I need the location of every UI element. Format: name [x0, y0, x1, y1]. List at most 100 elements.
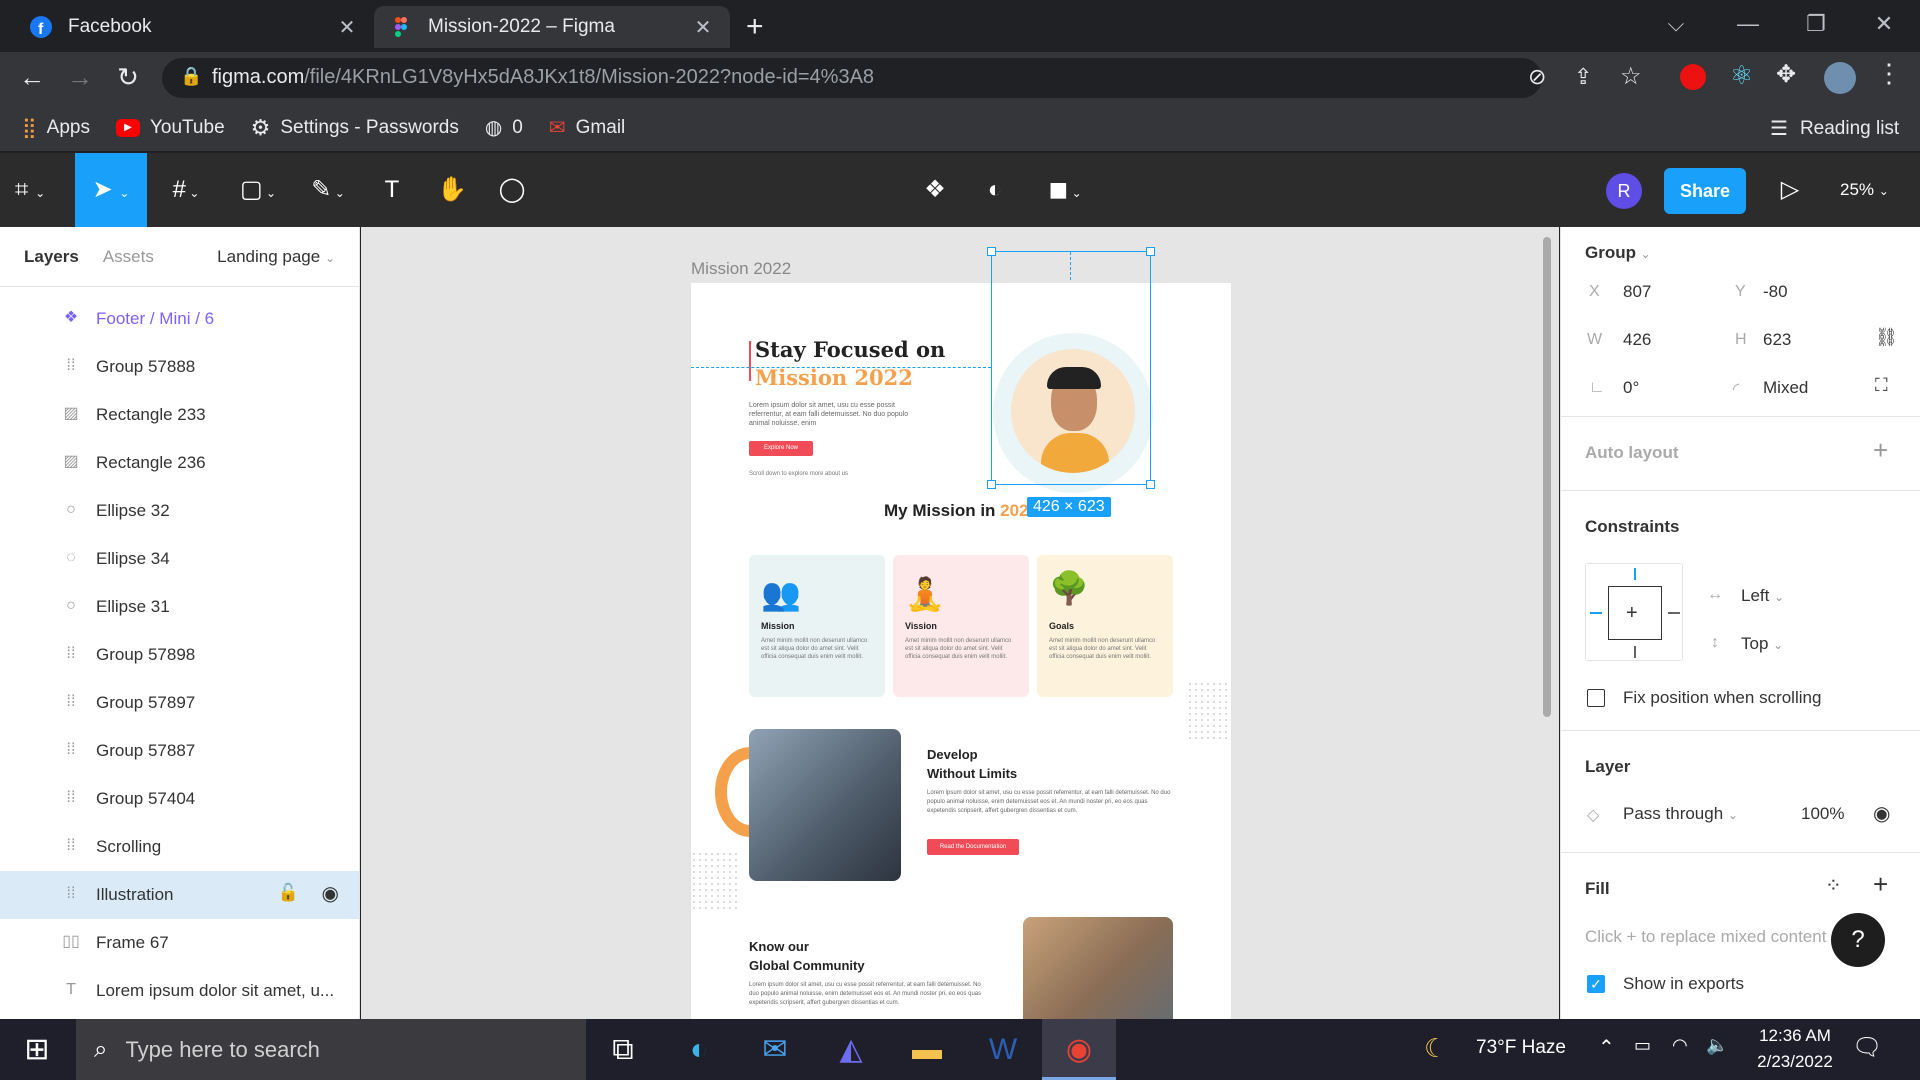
constraint-widget[interactable]: + [1585, 563, 1683, 661]
comment-tool-icon[interactable]: ◯ [482, 153, 542, 227]
present-play-icon[interactable]: ▷ [1760, 153, 1820, 227]
word-icon[interactable]: W [966, 1019, 1040, 1080]
design-canvas[interactable]: Mission 2022 Stay Focused on Mission 202… [361, 227, 1559, 1019]
text-tool-icon[interactable]: T [362, 153, 422, 227]
boolean-tool-icon[interactable]: ◼ ⌄ [1035, 153, 1095, 227]
back-icon[interactable]: ← [12, 62, 52, 93]
share-page-icon[interactable]: ⇪ [1574, 64, 1592, 90]
window-close-icon[interactable]: ✕ [1848, 6, 1920, 42]
visibility-eye-icon[interactable]: ◉ [322, 881, 339, 906]
resize-handle[interactable] [1146, 247, 1155, 256]
mail-app-icon[interactable]: ✉ [738, 1019, 812, 1080]
extensions-puzzle-icon[interactable]: ✥ [1776, 60, 1796, 89]
show-in-exports-checkbox[interactable]: ✓ [1587, 975, 1605, 993]
constraint-left-line[interactable] [1590, 612, 1602, 614]
bookmark-apps[interactable]: ⣿ Apps [22, 115, 90, 140]
constraint-right-line[interactable] [1668, 612, 1680, 614]
card-goals[interactable]: 🌳 Goals Amet minim mollit non deserunt u… [1037, 555, 1173, 697]
app-icon[interactable]: ◭ [814, 1019, 888, 1080]
layer-illustration[interactable]: ⁞⁞ Illustration 🔓 ◉ [0, 871, 359, 919]
zoom-dropdown[interactable]: 25% ⌄ [1840, 153, 1889, 227]
react-devtools-icon[interactable]: ⚛ [1730, 60, 1753, 91]
layer-rectangle-236[interactable]: ▨ Rectangle 236 [0, 439, 359, 487]
show-hidden-icons-chevron[interactable]: ⌃ [1598, 1035, 1615, 1060]
h-input[interactable]: 623 [1763, 330, 1791, 350]
explore-now-button[interactable]: Explore Now [749, 441, 813, 456]
resize-handle[interactable] [1146, 480, 1155, 489]
layer-lorem-text[interactable]: T Lorem ipsum dolor sit amet, u... [0, 967, 359, 1015]
eye-off-icon[interactable]: ⊘ [1528, 64, 1546, 90]
file-explorer-icon[interactable]: ▬ [890, 1019, 964, 1080]
blend-mode-dropdown[interactable]: Pass through ⌄ [1623, 804, 1738, 824]
bookmark-gmail[interactable]: ✉ Gmail [549, 115, 625, 140]
layer-group-57404[interactable]: ⁞⁞ Group 57404 [0, 775, 359, 823]
card-vission[interactable]: 🧘 Vission Amet minim mollit non deserunt… [893, 555, 1029, 697]
volume-icon[interactable]: 🔈 [1706, 1035, 1728, 1056]
lock-toggle-icon[interactable]: 🔓 [278, 883, 299, 903]
layer-ellipse-34[interactable]: ◌ Ellipse 34 [0, 535, 359, 583]
layer-group-57887[interactable]: ⁞⁞ Group 57887 [0, 727, 359, 775]
selection-box[interactable] [987, 247, 1155, 489]
profile-avatar[interactable] [1824, 62, 1856, 94]
close-icon[interactable]: ✕ [692, 15, 714, 40]
bookmark-globe[interactable]: ◍ 0 [485, 115, 523, 140]
restore-icon[interactable]: ❐ [1780, 6, 1852, 42]
component-tool-icon[interactable]: ❖ [905, 153, 965, 227]
add-auto-layout-icon[interactable]: + [1873, 435, 1888, 466]
frame-name-label[interactable]: Mission 2022 [691, 259, 791, 279]
chrome-icon[interactable]: ◉ [1042, 1019, 1116, 1080]
bookmark-youtube[interactable]: ▶ YouTube [115, 117, 225, 139]
share-button[interactable]: Share [1664, 168, 1746, 214]
layer-rectangle-233[interactable]: ▨ Rectangle 233 [0, 391, 359, 439]
independent-corners-icon[interactable]: ⛶ [1875, 375, 1888, 396]
canvas-scrollbar[interactable] [1543, 237, 1551, 717]
close-icon[interactable]: ✕ [336, 15, 358, 40]
mask-tool-icon[interactable]: ◐ [965, 153, 1025, 227]
forward-icon[interactable]: → [60, 62, 100, 93]
vertical-constraint-dropdown[interactable]: Top ⌄ [1741, 634, 1783, 654]
tab-facebook[interactable]: f Facebook ✕ [14, 6, 374, 48]
user-avatar[interactable]: R [1606, 173, 1642, 209]
layer-footer-mini-6[interactable]: ❖ Footer / Mini / 6 [0, 295, 359, 343]
layer-ellipse-31[interactable]: ○ Ellipse 31 [0, 583, 359, 631]
notifications-icon[interactable]: 🗨 [1852, 1033, 1882, 1062]
fix-position-checkbox[interactable] [1587, 689, 1605, 707]
extension-icon[interactable] [1680, 64, 1706, 90]
task-view-icon[interactable]: ⧉ [586, 1019, 660, 1080]
rotation-input[interactable]: 0° [1623, 378, 1639, 398]
address-bar[interactable]: 🔒 figma.com/file/4KRnLG1V8yHx5dA8JKx1t8/… [162, 58, 1642, 98]
constraint-top-line[interactable] [1634, 568, 1636, 580]
rectangle-tool-icon[interactable]: ▢ ⌄ [228, 153, 288, 227]
resize-handle[interactable] [987, 480, 996, 489]
constrain-proportions-icon[interactable]: ⛓ [1875, 327, 1898, 348]
pen-tool-icon[interactable]: ✎ ⌄ [298, 153, 358, 227]
card-mission[interactable]: 👥 Mission Amet minim mollit non deserunt… [749, 555, 885, 697]
figma-main-menu-icon[interactable]: ⌗ ⌄ [0, 153, 60, 227]
layer-scrolling[interactable]: ⁞⁞ Scrolling [0, 823, 359, 871]
visibility-eye-icon[interactable]: ◉ [1873, 801, 1890, 826]
taskbar-search[interactable]: ⌕ Type here to search [76, 1019, 586, 1080]
weather-text[interactable]: 73°F Haze [1476, 1037, 1566, 1059]
w-input[interactable]: 426 [1623, 330, 1651, 350]
page-selector[interactable]: Landing page ⌄ [217, 247, 335, 267]
hand-tool-icon[interactable]: ✋ [422, 153, 482, 227]
layer-ellipse-32[interactable]: ○ Ellipse 32 [0, 487, 359, 535]
tab-assets[interactable]: Assets [103, 247, 154, 267]
new-tab-button[interactable]: + [746, 10, 764, 44]
x-input[interactable]: 807 [1623, 282, 1651, 302]
menu-kebab-icon[interactable]: ⋮ [1876, 58, 1902, 89]
horizontal-constraint-dropdown[interactable]: Left ⌄ [1741, 586, 1784, 606]
corner-radius-input[interactable]: Mixed [1763, 378, 1808, 398]
wifi-icon[interactable]: ◠ [1672, 1035, 1688, 1056]
opacity-input[interactable]: 100% [1801, 804, 1844, 824]
clock[interactable]: 12:36 AM 2/23/2022 [1740, 1023, 1850, 1075]
windows-start-icon[interactable]: ⊞ [0, 1019, 74, 1080]
layer-group-57897[interactable]: ⁞⁞ Group 57897 [0, 679, 359, 727]
layer-group-57888[interactable]: ⁞⁞ Group 57888 [0, 343, 359, 391]
frame-tool-icon[interactable]: # ⌄ [156, 153, 216, 227]
constraint-bottom-line[interactable] [1634, 646, 1636, 658]
reading-list[interactable]: ☰ Reading list [1770, 116, 1899, 141]
y-input[interactable]: -80 [1763, 282, 1788, 302]
add-fill-icon[interactable]: + [1873, 869, 1888, 900]
help-button[interactable]: ? [1831, 913, 1885, 967]
